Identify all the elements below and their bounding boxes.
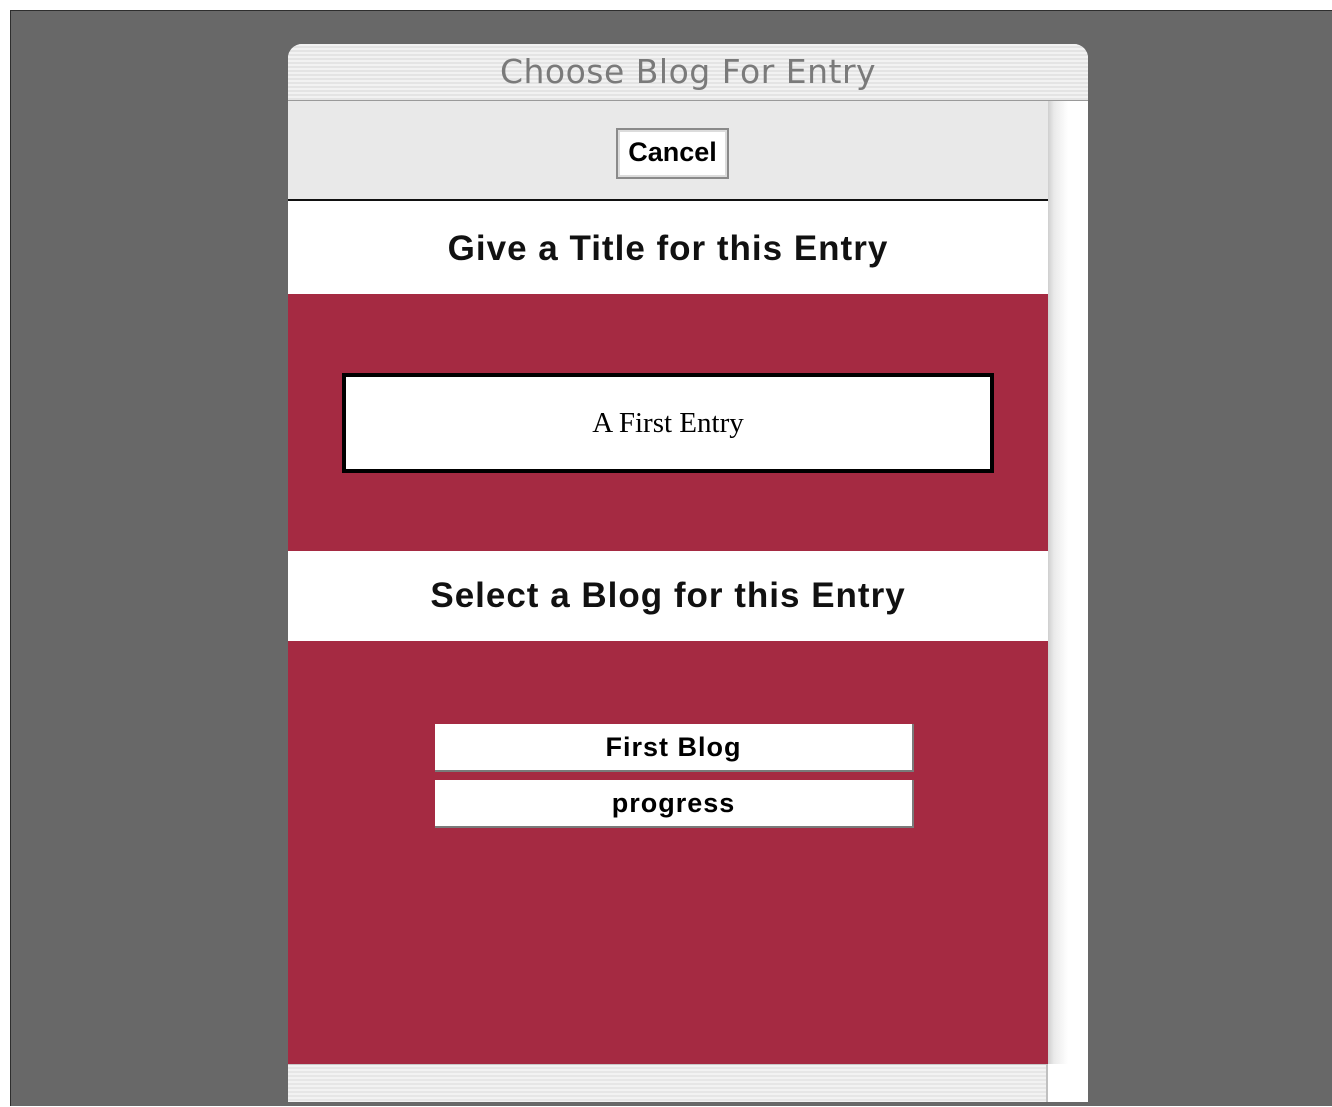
title-section-heading: Give a Title for this Entry <box>288 201 1048 294</box>
blog-option-first-blog[interactable]: First Blog <box>435 724 914 772</box>
vertical-scrollbar[interactable] <box>1048 101 1088 1064</box>
window-titlebar[interactable]: Choose Blog For Entry <box>288 44 1088 101</box>
horizontal-scrollbar[interactable] <box>288 1064 1048 1102</box>
blog-section-heading: Select a Blog for this Entry <box>288 551 1048 641</box>
scroll-corner <box>1048 1064 1088 1102</box>
dialog-window: Choose Blog For Entry Cancel Give a Titl… <box>288 44 1088 1102</box>
toolbar: Cancel <box>288 101 1048 201</box>
entry-title-field[interactable]: A First Entry <box>342 373 994 473</box>
window-title: Choose Blog For Entry <box>499 52 877 91</box>
desktop-background: Choose Blog For Entry Cancel Give a Titl… <box>10 10 1332 1106</box>
cancel-button[interactable]: Cancel <box>616 128 729 179</box>
title-input-panel: A First Entry <box>288 294 1048 551</box>
blog-list-panel: First Blog progress <box>288 641 1048 1064</box>
blog-option-progress[interactable]: progress <box>435 780 914 828</box>
dialog-content: Cancel Give a Title for this Entry A Fir… <box>288 101 1048 1064</box>
